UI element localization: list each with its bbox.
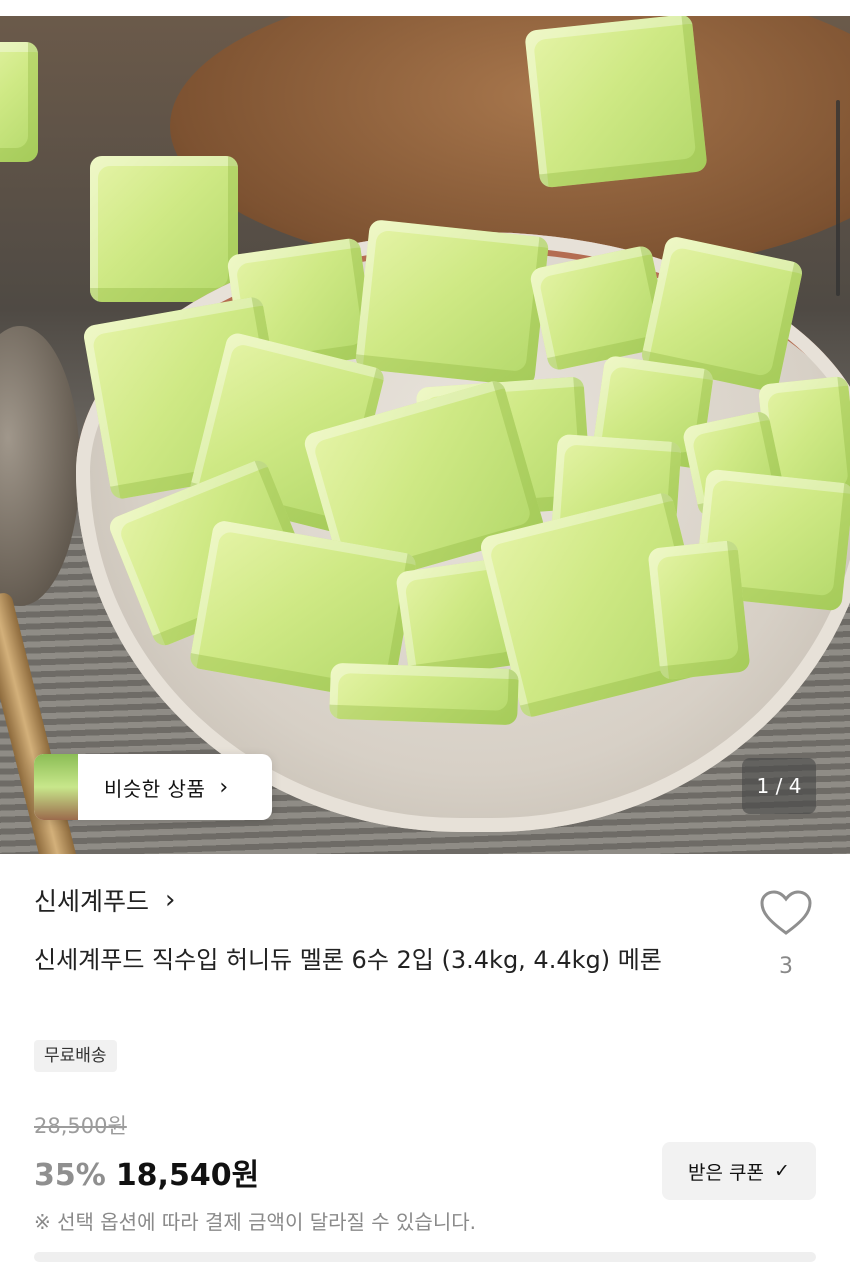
melon-cube — [524, 16, 708, 189]
product-image[interactable] — [0, 16, 850, 854]
heart-icon — [760, 890, 812, 935]
sale-price: 18,540원 — [115, 1158, 260, 1193]
melon-cube — [647, 539, 751, 681]
similar-products-button[interactable]: 비슷한 상품 › — [34, 754, 272, 820]
melon-cube — [0, 42, 38, 162]
original-price: 28,500원 — [34, 1114, 127, 1138]
melon-cube — [90, 156, 238, 302]
received-coupon-button[interactable]: 받은 쿠폰 ✓ — [662, 1142, 816, 1200]
coupon-label: 받은 쿠폰 — [688, 1161, 765, 1184]
chevron-right-icon: › — [165, 885, 176, 915]
bottom-divider — [34, 1252, 816, 1262]
wishlist-button[interactable]: 3 — [754, 890, 818, 979]
discount-rate: 35% — [34, 1158, 106, 1193]
free-shipping-badge: 무료배송 — [34, 1040, 117, 1072]
similar-product-thumbnail — [34, 754, 78, 820]
product-title: 신세계푸드 직수입 허니듀 멜론 6수 2입 (3.4kg, 4.4kg) 메론 — [34, 946, 662, 974]
similar-products-label: 비슷한 상품 — [104, 776, 206, 801]
seller-link[interactable]: 신세계푸드 › — [34, 882, 175, 918]
check-icon: ✓ — [774, 1160, 790, 1182]
melon-cube — [354, 219, 550, 387]
wishlist-count: 3 — [779, 954, 793, 979]
price-row: 35% 18,540원 — [34, 1150, 259, 1194]
scroll-indicator — [836, 100, 840, 296]
seller-name: 신세계푸드 — [34, 887, 150, 916]
melon-cube — [329, 662, 519, 726]
chevron-right-icon: › — [219, 774, 229, 800]
price-note: ※ 선택 옵션에 따라 결제 금액이 달라질 수 있습니다. — [34, 1210, 476, 1234]
image-counter: 1 / 4 — [742, 758, 816, 814]
